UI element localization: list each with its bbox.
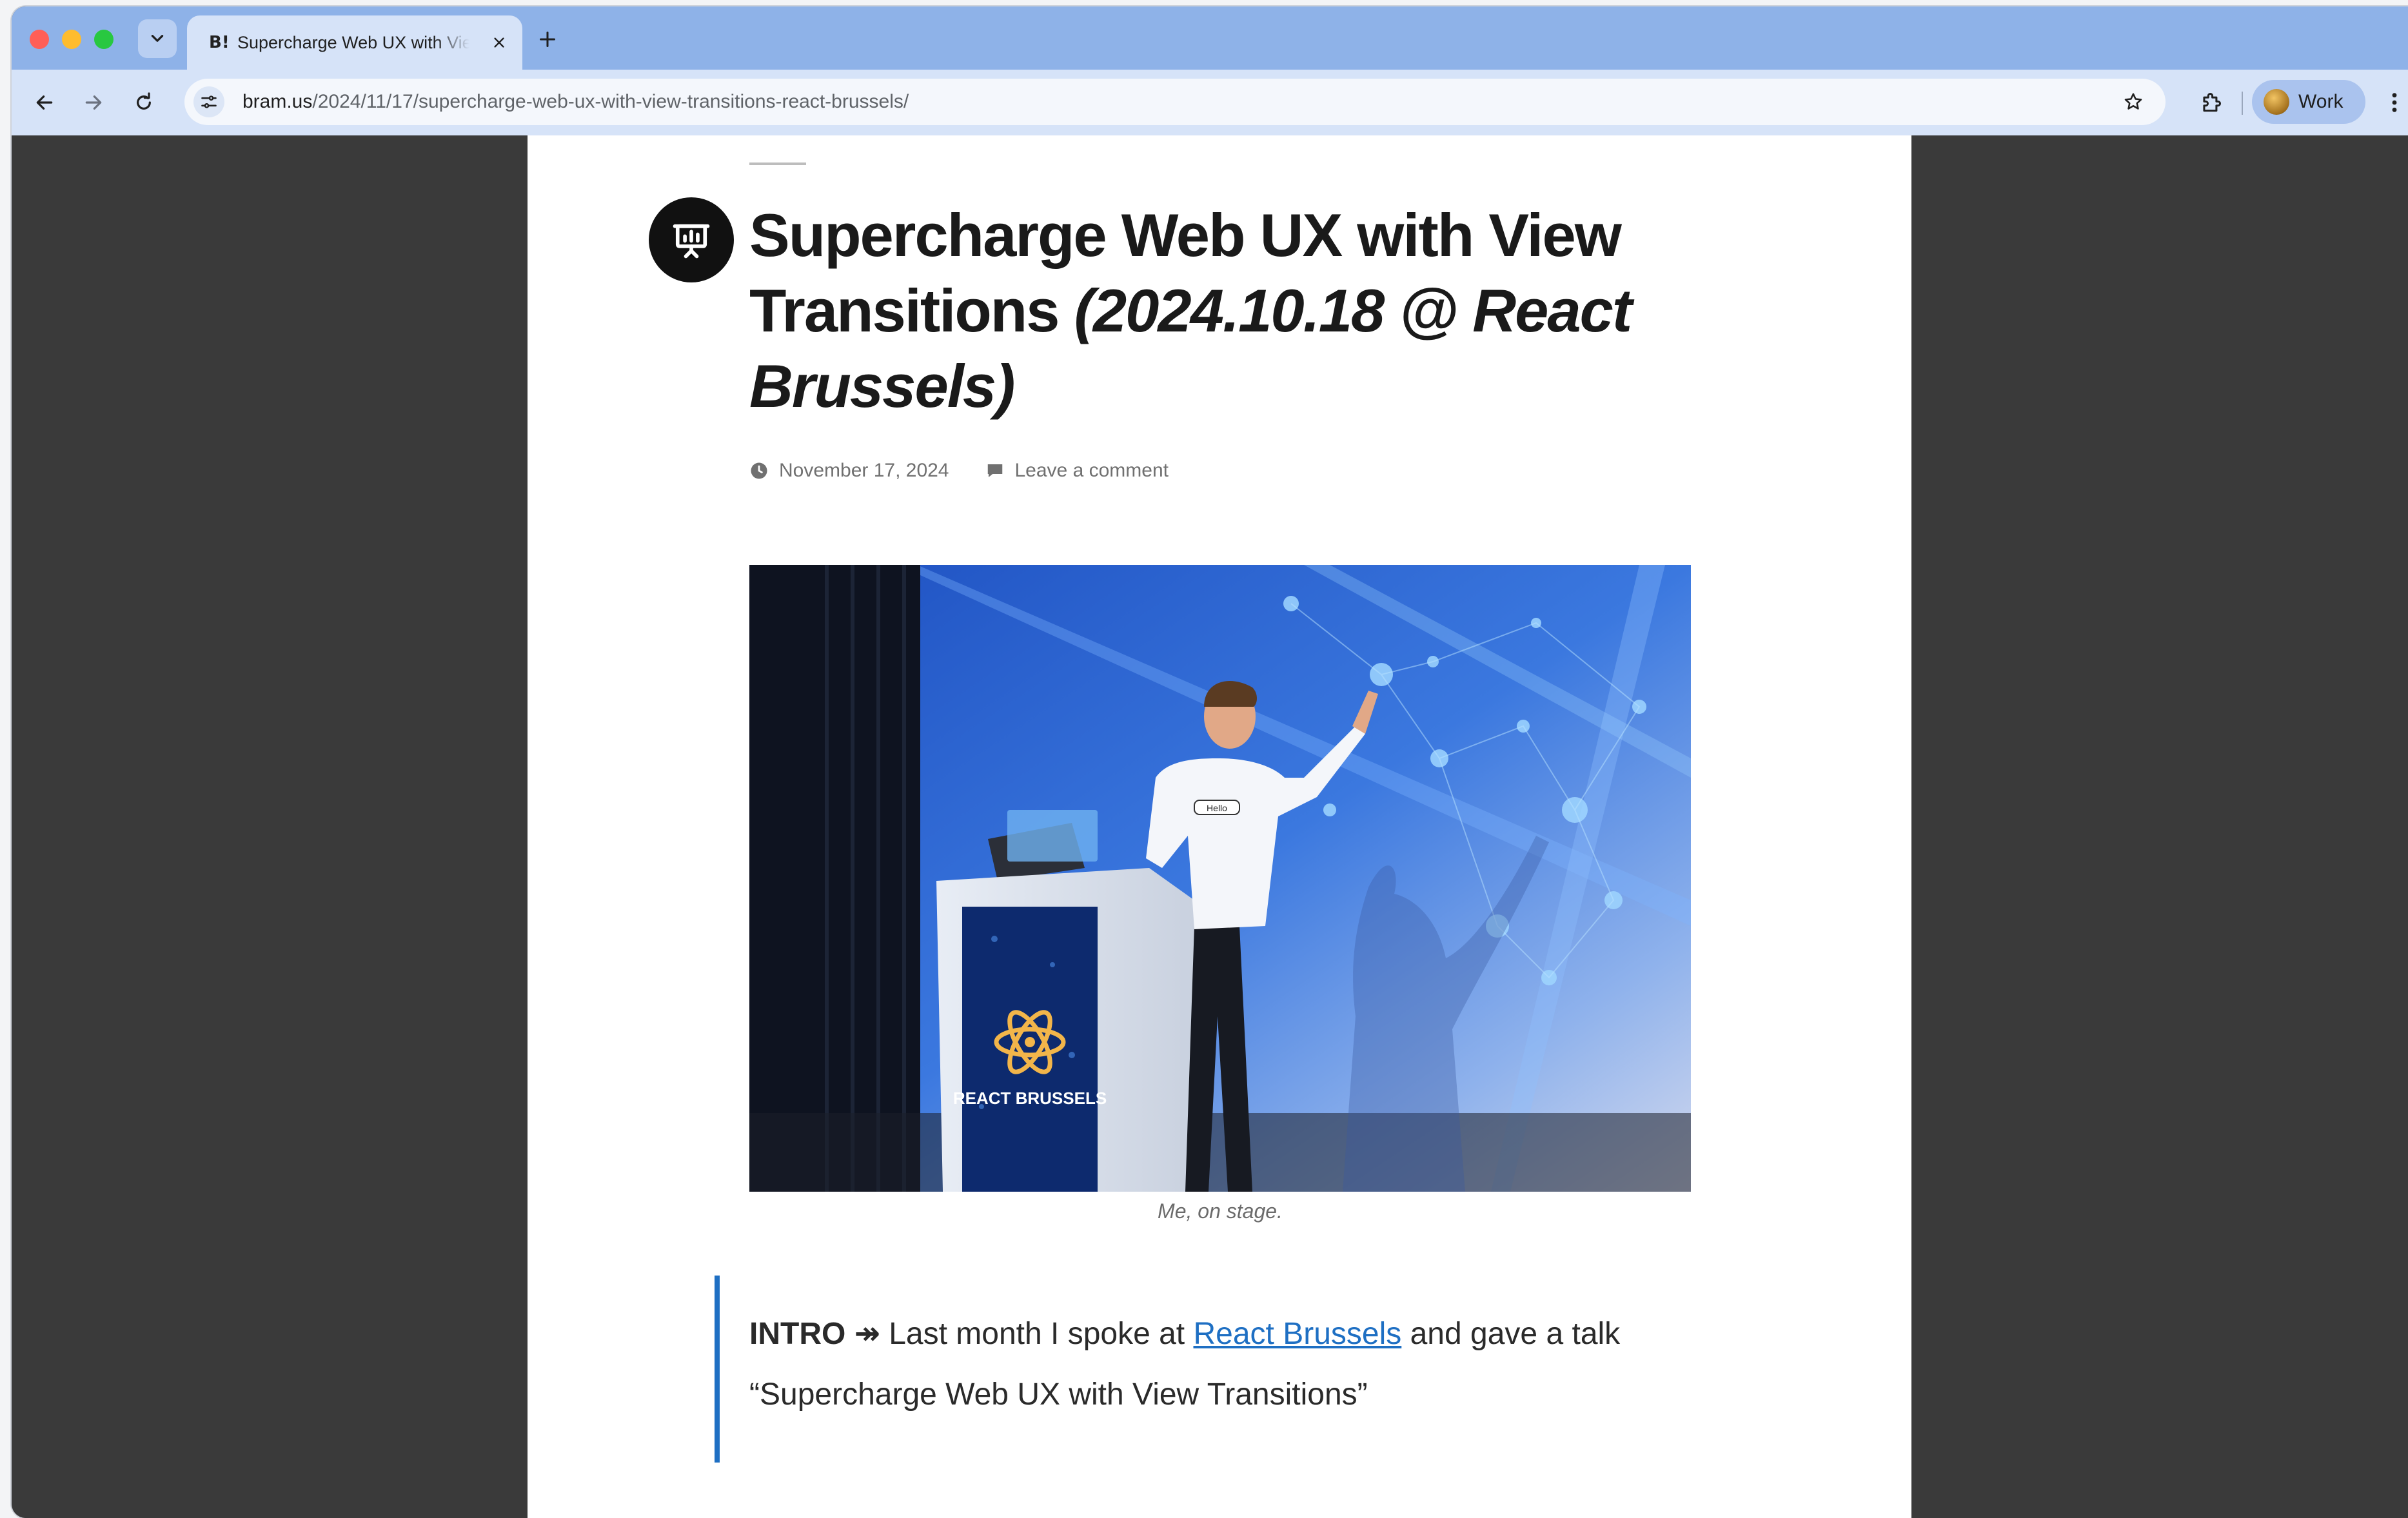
close-window-button[interactable] [30,30,49,49]
profile-label: Work [2298,91,2344,112]
shirt-text: Hello [1207,803,1227,813]
site-info-button[interactable] [193,86,224,117]
image-caption: Me, on stage. [1158,1199,1283,1223]
clock-icon [751,462,767,479]
address-bar[interactable]: bram.us/2024/11/17/supercharge-web-ux-wi… [184,79,2166,125]
intro-accent-bar [715,1276,720,1463]
minimize-window-button[interactable] [62,30,81,49]
post-format-badge[interactable] [649,197,734,282]
stage-photo: REACT BRUSSELS Hello [749,565,1691,1192]
intro-paragraph: INTRO ↠ Last month I spoke at React Brus… [749,1304,1730,1425]
article-page: Supercharge Web UX with View Transitions… [528,135,1911,1518]
puzzle-icon [2203,93,2221,112]
tab-title: Supercharge Web UX with View Transitions… [237,32,469,52]
stage-photo-illustration: REACT BRUSSELS Hello [749,565,1691,1192]
react-brussels-link[interactable]: React Brussels [1193,1317,1401,1351]
back-button[interactable] [30,88,59,117]
browser-window: B! Supercharge Web UX with View Transiti… [12,6,2408,1518]
post-date-link[interactable]: November 17, 2024 [749,460,949,482]
intro-label: INTRO ↠ [749,1317,880,1351]
podium-logo-text: REACT BRUSSELS [953,1089,1107,1108]
browser-menu-button[interactable] [2385,86,2404,119]
url-text[interactable]: bram.us/2024/11/17/supercharge-web-ux-wi… [242,79,909,125]
comment-icon [987,464,1002,477]
forward-button[interactable] [79,88,108,117]
tab-close-button[interactable] [488,31,511,54]
post-title: Supercharge Web UX with View Transitions… [749,197,1755,424]
plus-icon [539,31,556,48]
close-icon [494,37,504,48]
reload-button[interactable] [129,88,159,117]
url-host: bram.us [242,91,313,112]
post-date: November 17, 2024 [779,460,949,481]
more-vert-icon [2392,93,2397,112]
new-tab-button[interactable] [533,25,562,54]
active-tab[interactable]: B! Supercharge Web UX with View Transiti… [187,15,522,70]
section-divider [749,163,806,165]
bookmark-button[interactable] [2119,88,2147,116]
avatar [2264,89,2289,115]
url-path: /2024/11/17/supercharge-web-ux-with-view… [312,91,909,112]
profile-button[interactable]: Work [2252,80,2365,124]
arrow-left-icon [36,95,53,110]
leave-comment-link[interactable]: Leave a comment [985,460,1169,482]
reload-icon [137,92,151,110]
maximize-window-button[interactable] [94,30,113,49]
post-meta: November 17, 2024 Leave a comment [749,458,1169,484]
star-icon [2124,93,2142,110]
chevron-down-icon [151,35,164,42]
extensions-button[interactable] [2195,86,2227,119]
presentation-icon [673,224,710,259]
tune-icon [201,95,217,108]
leave-comment-label: Leave a comment [1014,460,1169,481]
arrow-right-icon [85,95,102,110]
tab-strip: B! Supercharge Web UX with View Transiti… [12,6,2408,70]
browser-toolbar: bram.us/2024/11/17/supercharge-web-ux-wi… [12,70,2408,136]
favicon-icon: B! [209,33,230,52]
toolbar-divider [2242,92,2243,115]
tab-search-button[interactable] [138,19,177,58]
intro-text-before: Last month I spoke at [880,1317,1194,1351]
page-viewport[interactable]: Supercharge Web UX with View Transitions… [12,135,2408,1518]
